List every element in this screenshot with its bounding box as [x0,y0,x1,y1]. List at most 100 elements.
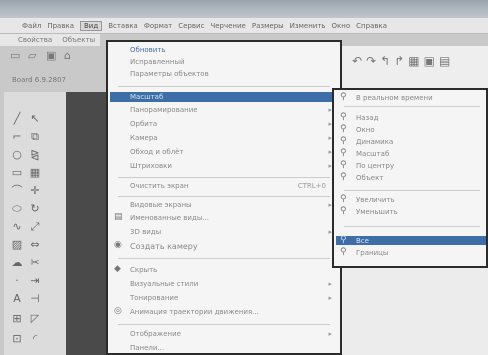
submenu-item-10[interactable]: Границы [356,249,388,257]
menu-file[interactable]: Файл [22,22,41,30]
submenu-item-3[interactable]: Динамика [356,138,393,146]
menu-help[interactable]: Справка [356,22,387,30]
zoom-realtime-icon: ⚲ [340,92,347,102]
secondary-properties[interactable]: Свойства [18,36,52,44]
menu-item-10[interactable]: Видовые экраны [130,201,192,209]
menu-item-13[interactable]: Создать камеру [130,242,198,251]
zoom-previous-icon: ⚲ [340,112,347,122]
named-views-icon: ▤ [114,212,123,222]
rotate-icon[interactable]: ↻ [28,202,42,216]
text-icon[interactable]: A [10,292,24,306]
menu-separator [118,86,330,87]
spline-icon[interactable]: ∿ [10,220,24,234]
stretch-icon[interactable]: ⇔ [28,238,42,252]
pan-icon[interactable]: ↷ [366,54,376,68]
quick-toolbar: ▭ ▱ ▣ ⌂ [10,50,76,62]
print-icon[interactable]: ⌂ [64,50,76,62]
break-icon[interactable]: ⊣ [28,292,42,306]
zoom-out-icon: ⚲ [340,206,347,216]
mirror-icon[interactable]: ⧎ [28,148,42,162]
point-icon[interactable]: · [10,274,24,288]
menu-item-2[interactable]: Параметры объектов [130,70,209,78]
drawing-area-light[interactable] [342,268,488,355]
submenu-item-6[interactable]: Объект [356,174,383,182]
table-icon[interactable]: ⊞ [10,312,24,326]
menu-item-16[interactable]: Тонирование [130,294,178,302]
menu-format[interactable]: Формат [144,22,172,30]
menu-separator [118,324,330,325]
menu-modify[interactable]: Изменить [290,22,326,30]
new-file-icon[interactable]: ▭ [10,50,22,62]
camera-icon: ◉ [114,240,122,250]
menu-item-9[interactable]: Очистить экран [130,182,188,190]
menu-item-8[interactable]: Штриховки [130,162,172,170]
polyline-icon[interactable]: ⌐ [10,130,24,144]
fillet-icon[interactable]: ◜ [28,332,42,346]
pointer-icon[interactable]: ↖ [28,112,42,126]
menu-item-19[interactable]: Панели... [130,344,164,352]
menu-item-6[interactable]: Камера [130,134,158,142]
zoom-previous-icon[interactable]: ▦ [408,54,419,68]
orbit-icon[interactable]: ↶ [352,54,362,68]
secondary-bar: Свойства Объекты [0,34,100,46]
menu-item-7[interactable]: Обход и облёт [130,148,184,156]
zoom-realtime-icon[interactable]: ↰ [380,54,390,68]
revcloud-icon[interactable]: ☁ [10,256,24,270]
move-icon[interactable]: ✛ [28,184,42,198]
submenu-arrow-icon: ▸ [328,330,332,338]
zoom-extents-icon[interactable]: ▣ [424,54,435,68]
circle-icon[interactable]: ○ [10,148,24,162]
rectangle-icon[interactable]: ▭ [10,166,24,180]
menu-item-18[interactable]: Отображение [130,330,181,338]
submenu-item-9[interactable]: Все [356,237,369,245]
grid-icon[interactable]: ▦ [28,166,42,180]
menu-item-15[interactable]: Визуальные стили [130,280,198,288]
arc-icon[interactable]: ⌒ [10,184,24,198]
title-bar [0,0,488,18]
line-icon[interactable]: ╱ [10,112,24,126]
menu-draw[interactable]: Черчение [210,22,245,30]
submenu-arrow-icon: ▸ [328,294,332,302]
submenu-item-8[interactable]: Уменьшить [356,208,398,216]
menu-item-11[interactable]: Именованные виды... [130,214,209,222]
block-icon[interactable]: ⊡ [10,332,24,346]
menu-item-4[interactable]: Панорамирование [130,106,198,114]
submenu-item-1[interactable]: Назад [356,114,378,122]
menu-item-17[interactable]: Анимация траектории движения... [130,308,259,316]
submenu-item-4[interactable]: Масштаб [356,150,389,158]
menu-edit[interactable]: Правка [47,22,74,30]
zoom-in-icon: ⚲ [340,194,347,204]
date-label: Board 6.9.2807 [12,76,66,84]
menu-insert[interactable]: Вставка [108,22,138,30]
drawing-area-dark[interactable] [66,92,106,355]
extend-icon[interactable]: ⇥ [28,274,42,288]
chamfer-icon[interactable]: ◸ [28,312,42,326]
menu-separator [344,226,480,227]
trim-icon[interactable]: ✂ [28,256,42,270]
menu-tools[interactable]: Сервис [178,22,204,30]
menu-item-1[interactable]: Исправленный [130,58,185,66]
scale-icon[interactable]: ⤢ [28,220,42,234]
left-toolbar: ╱ ↖ ⌐ ⧉ ○ ⧎ ▭ ▦ ⌒ ✛ ⬭ ↻ ∿ ⤢ ▨ ⇔ ☁ ✂ · ⇥ … [4,92,67,355]
hatch-icon[interactable]: ▨ [10,238,24,252]
submenu-item-0[interactable]: В реальном времени [356,94,433,102]
menu-view[interactable]: Вид [79,20,103,31]
submenu-item-5[interactable]: По центру [356,162,394,170]
menu-window[interactable]: Окно [332,22,351,30]
menu-item-3[interactable]: Масштаб [130,93,163,101]
secondary-objects[interactable]: Объекты [62,36,95,44]
copy-icon[interactable]: ⧉ [28,130,42,144]
menu-item-5[interactable]: Орбита [130,120,157,128]
save-icon[interactable]: ▣ [46,50,58,62]
zoom-window-icon[interactable]: ↱ [394,54,404,68]
open-file-icon[interactable]: ▱ [28,50,40,62]
menu-item-12[interactable]: 3D виды [130,228,161,236]
submenu-item-7[interactable]: Увеличить [356,196,395,204]
menu-item-0[interactable]: Обновить [130,46,166,54]
zoom-all-icon[interactable]: ▤ [439,54,450,68]
zoom-all-icon: ⚲ [340,235,347,245]
menu-item-14[interactable]: Скрыть [130,266,157,274]
ellipse-icon[interactable]: ⬭ [10,202,24,216]
submenu-item-2[interactable]: Окно [356,126,375,134]
menu-dimension[interactable]: Размеры [252,22,284,30]
